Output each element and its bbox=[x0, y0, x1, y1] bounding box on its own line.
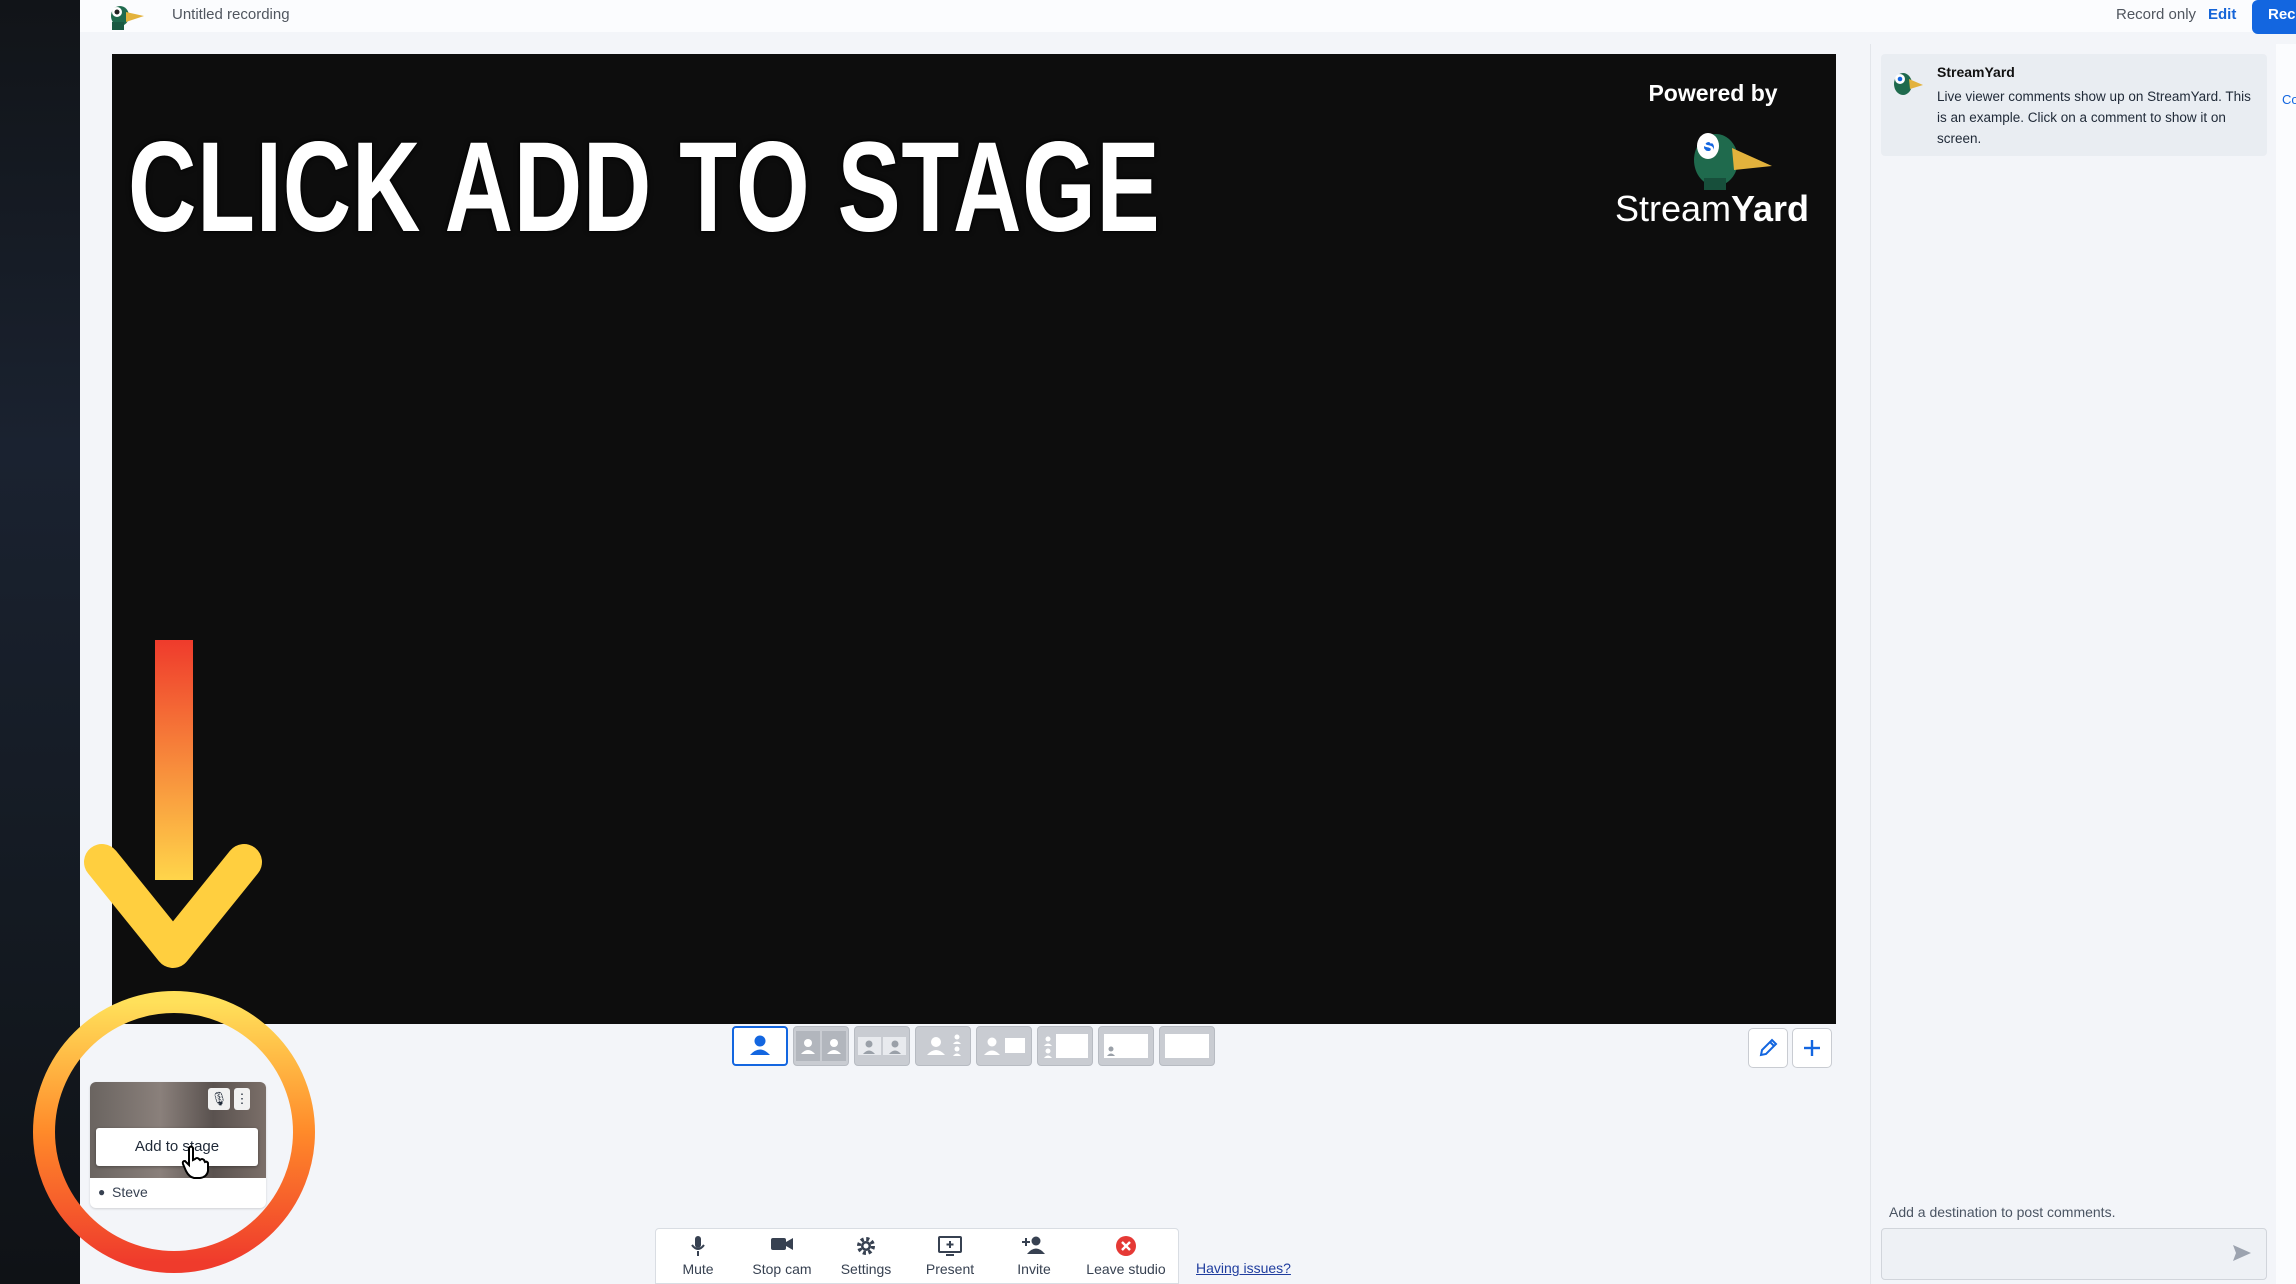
participant-card[interactable]: 🎙 ⋮ Add to stage ● Steve bbox=[90, 1082, 266, 1208]
streamyard-duck-logo-icon: S bbox=[1694, 133, 1772, 190]
having-issues-link[interactable]: Having issues? bbox=[1196, 1260, 1291, 1276]
mute-button[interactable]: Mute bbox=[656, 1229, 740, 1277]
mute-label: Mute bbox=[682, 1261, 714, 1277]
camera-icon bbox=[771, 1238, 793, 1250]
layout-group-button[interactable] bbox=[854, 1026, 910, 1066]
add-person-icon bbox=[1022, 1236, 1045, 1254]
person-icon bbox=[750, 1035, 770, 1055]
plus-icon bbox=[1804, 1040, 1820, 1056]
layout-cropped-button[interactable] bbox=[793, 1026, 849, 1066]
gear-icon bbox=[857, 1237, 875, 1255]
present-label: Present bbox=[925, 1261, 975, 1277]
leave-studio-label: Leave studio bbox=[1086, 1261, 1166, 1277]
invite-button[interactable]: Invite bbox=[992, 1229, 1076, 1277]
recording-title[interactable]: Untitled recording bbox=[172, 6, 290, 23]
wordmark-light: Stream bbox=[1614, 188, 1731, 229]
comment-card[interactable]: StreamYard Live viewer comments show up … bbox=[1881, 54, 2267, 156]
layout-screen-only-button[interactable] bbox=[1159, 1026, 1215, 1066]
studio-app: Untitled recording Record only Edit Rec … bbox=[80, 0, 2296, 1284]
comments-panel: StreamYard Live viewer comments show up … bbox=[1870, 44, 2277, 1284]
powered-by-label: Powered by bbox=[1648, 80, 1778, 106]
layout-thin-screen-button[interactable] bbox=[1037, 1026, 1093, 1066]
layout-pip-button[interactable] bbox=[1098, 1026, 1154, 1066]
close-circle-icon bbox=[1116, 1236, 1136, 1256]
settings-label: Settings bbox=[840, 1261, 892, 1277]
screen-only-icon bbox=[1165, 1034, 1209, 1058]
comment-input[interactable] bbox=[1881, 1228, 2267, 1280]
destination-prompt: Add a destination to post comments. bbox=[1889, 1204, 2116, 1220]
streamyard-avatar-icon bbox=[1894, 73, 1923, 95]
stop-cam-label: Stop cam bbox=[752, 1261, 812, 1277]
more-options-icon[interactable]: ⋮ bbox=[234, 1088, 250, 1110]
invite-label: Invite bbox=[1017, 1261, 1051, 1277]
present-button[interactable]: Present bbox=[908, 1229, 992, 1277]
comment-author: StreamYard bbox=[1937, 64, 2015, 80]
streamyard-wordmark: StreamYard bbox=[1592, 188, 1832, 230]
settings-button[interactable]: Settings bbox=[824, 1229, 908, 1277]
leader-icon bbox=[927, 1034, 961, 1056]
streamyard-logo-icon[interactable] bbox=[102, 0, 150, 32]
hand-cursor-icon bbox=[181, 1145, 209, 1179]
studio-controls: Mute Stop cam Settings Present Invite Le… bbox=[655, 1228, 1179, 1284]
desktop-background bbox=[0, 0, 80, 1284]
picture-in-picture-icon bbox=[1104, 1034, 1148, 1058]
layout-solo-button[interactable] bbox=[732, 1026, 788, 1066]
stop-cam-button[interactable]: Stop cam bbox=[740, 1229, 824, 1277]
thin-screen-icon bbox=[1044, 1034, 1088, 1058]
layout-leader-button[interactable] bbox=[915, 1026, 971, 1066]
overlay-title: CLICK ADD TO STAGE bbox=[128, 116, 1161, 259]
person-icon: ● bbox=[98, 1185, 106, 1199]
person-screen-icon bbox=[984, 1037, 1025, 1055]
present-icon bbox=[938, 1236, 962, 1256]
comment-text: Live viewer comments show up on StreamYa… bbox=[1937, 89, 2251, 146]
top-bar: Untitled recording Record only Edit Rec bbox=[80, 0, 2296, 34]
mic-icon[interactable]: 🎙 bbox=[208, 1088, 230, 1110]
add-to-stage-button[interactable]: Add to stage bbox=[96, 1128, 258, 1166]
pencil-icon bbox=[1759, 1038, 1778, 1057]
layout-selector bbox=[732, 1026, 1215, 1068]
stage-canvas: CLICK ADD TO STAGE Powered by S StreamYa… bbox=[112, 54, 1836, 1024]
record-only-label: Record only bbox=[2116, 6, 2197, 23]
leave-studio-button[interactable]: Leave studio bbox=[1076, 1229, 1176, 1277]
participant-name: Steve bbox=[112, 1184, 148, 1200]
layout-screen-side-button[interactable] bbox=[976, 1026, 1032, 1066]
two-person-icon bbox=[796, 1031, 846, 1061]
group-icon bbox=[858, 1037, 906, 1055]
mic-icon bbox=[691, 1236, 705, 1256]
send-icon[interactable] bbox=[2232, 1243, 2252, 1263]
side-tab-strip bbox=[2276, 44, 2296, 1284]
comments-side-tab[interactable]: Co bbox=[2282, 92, 2296, 107]
add-button[interactable] bbox=[1792, 1028, 1832, 1068]
svg-text:S: S bbox=[1702, 137, 1714, 157]
edit-link[interactable]: Edit bbox=[2208, 6, 2236, 23]
record-button[interactable]: Rec bbox=[2252, 0, 2296, 34]
edit-brand-button[interactable] bbox=[1748, 1028, 1788, 1068]
wordmark-bold: Yard bbox=[1731, 188, 1810, 229]
